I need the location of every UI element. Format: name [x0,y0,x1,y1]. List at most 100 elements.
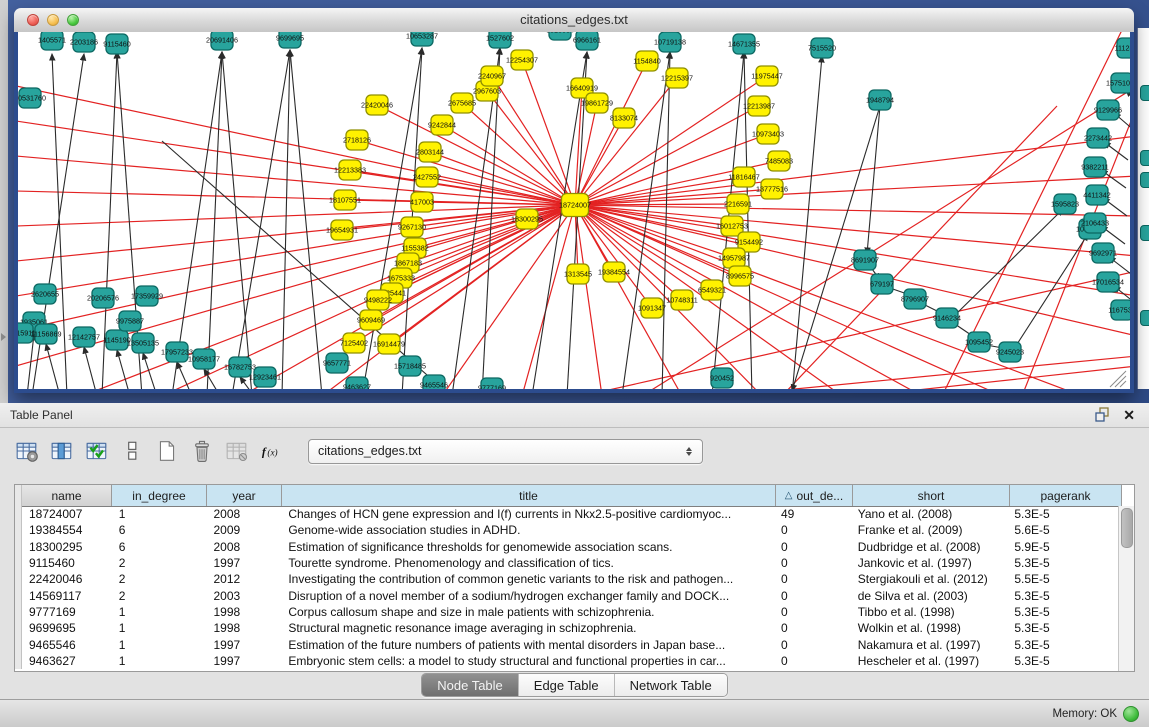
network-canvas[interactable]: 1405571220318691154602069140696996951065… [18,32,1130,389]
background-network-node [1140,310,1149,326]
background-network-node [1140,85,1149,101]
network-edge-black [204,369,220,389]
import-table-icon[interactable] [224,438,250,464]
column-header-name[interactable]: name [22,485,112,506]
row-selection-icon[interactable] [84,438,110,464]
row-gutter [15,506,22,522]
cell-name: 9465546 [22,638,112,652]
table-row[interactable]: 1938455462009Genome-wide association stu… [15,522,1119,538]
tab-network-table[interactable]: Network Table [615,674,727,696]
scrollbar-thumb[interactable] [1121,508,1133,548]
table-row[interactable]: 1872400712008Changes of HCN gene express… [15,506,1119,522]
table-panel-title: Table Panel [0,408,73,422]
table-row[interactable]: 946362711997Embryonic stem cells: a mode… [15,653,1119,669]
table-row[interactable]: 969969511998Structural magnetic resonanc… [15,620,1119,636]
cell-year: 2003 [207,589,282,603]
column-header-pagerank[interactable]: pagerank [1010,485,1122,506]
network-node-label: 18724007 [559,201,591,210]
column-header-short[interactable]: short [853,485,1010,506]
table-settings-icon[interactable] [14,438,40,464]
cell-name: 9699695 [22,621,112,635]
cell-short: Stergiakouli et al. (2012) [851,572,1008,586]
network-view-window[interactable]: citations_edges.txt 14055712203186 [14,8,1134,393]
background-network-node [1140,172,1149,188]
cell-name: 9463627 [22,654,112,668]
cell-name: 9115460 [22,556,112,570]
network-node-label: 12213987 [743,102,775,111]
network-node-label: 7515520 [808,44,836,53]
tab-node-table[interactable]: Node Table [422,674,519,696]
cell-pagerank: 5.5E-5 [1007,572,1119,586]
function-builder-icon[interactable]: f(x) [259,438,285,464]
column-visibility-icon[interactable] [49,438,75,464]
network-node-label: 1595823 [1051,200,1079,209]
network-edge-red [575,205,734,258]
network-node-label: 6549321 [698,286,726,295]
column-header-in-degree[interactable]: in_degree [112,485,207,506]
network-node-label: 9699695 [276,34,304,43]
network-edge-black [232,50,290,389]
float-panel-icon[interactable] [1093,406,1113,424]
column-header-out-de-[interactable]: △out_de... [776,485,853,506]
cell-pagerank: 5.3E-5 [1007,589,1119,603]
tab-edge-table[interactable]: Edge Table [519,674,615,696]
panel-resize-handle[interactable] [1,333,6,341]
network-edge-black [290,50,322,389]
table-row[interactable]: 1830029562008Estimation of significance … [15,539,1119,555]
network-node-label: 17016534 [1092,278,1124,287]
network-node-label: 1948794 [866,96,894,105]
table-row[interactable]: 946554611997Estimation of the future num… [15,636,1119,652]
sort-ascending-icon: △ [785,490,793,501]
column-header-title[interactable]: title [282,485,776,506]
cell-title: Tourette syndrome. Phenomenology and cla… [281,556,774,570]
network-edge-red [18,205,575,366]
network-node-label: 8813034 [546,32,574,35]
background-network-node [1140,225,1149,241]
network-node-label: 1527602 [486,34,514,43]
network-node-label: 10719138 [654,38,686,47]
status-bar: Memory: OK [0,699,1149,727]
network-node-label: 19861729 [581,99,613,108]
close-panel-icon[interactable]: ✕ [1123,407,1135,424]
cell-pagerank: 5.9E-5 [1007,540,1119,554]
application-window: citations_edges.txt 14055712203186 [0,0,1149,727]
table-row[interactable]: 2242004622012Investigating the contribut… [15,571,1119,587]
network-edge-red [487,91,575,205]
cell-year: 1997 [207,654,282,668]
network-node-label: 18107551 [329,196,361,205]
delete-table-icon[interactable] [189,438,215,464]
network-node-label: 9465546 [420,381,448,389]
table-row[interactable]: 977716911998Corpus callosum shape and si… [15,604,1119,620]
combo-stepper-icon [680,447,702,456]
memory-ok-indicator[interactable] [1123,706,1139,722]
network-node-label: 2240967 [478,72,506,81]
window-resize-grip[interactable] [1110,371,1126,387]
table-selector-dropdown[interactable]: citations_edges.txt [308,439,703,464]
network-desktop: citations_edges.txt 14055712203186 [8,0,1149,403]
attribute-table: namein_degreeyeartitle△out_de...shortpag… [14,484,1135,672]
window-titlebar[interactable]: citations_edges.txt [14,8,1134,33]
network-node-label: 2675685 [448,99,476,108]
cell-year: 2012 [207,572,282,586]
network-node-label: 14671355 [728,40,760,49]
network-node-label: 8796907 [901,295,929,304]
table-row[interactable]: 1456911722003Disruption of a novel membe… [15,587,1119,603]
network-edge-black [1012,234,1088,352]
network-edge-red [575,205,1130,216]
background-window-sliver [1137,28,1149,389]
column-header-year[interactable]: year [207,485,282,506]
rows-icon[interactable] [119,438,145,464]
new-table-icon[interactable] [154,438,180,464]
table-body: 1872400712008Changes of HCN gene express… [15,506,1119,671]
cell-short: Hescheler et al. (1997) [851,654,1008,668]
table-row[interactable]: 911546021997Tourette syndrome. Phenomeno… [15,555,1119,571]
network-node-label: 1405571 [38,36,66,45]
network-node-label: 1154840 [633,57,660,66]
table-vertical-scrollbar[interactable] [1118,506,1134,671]
network-node-label: 7485083 [765,157,793,166]
network-edge-red [575,176,1130,205]
cell-in-degree: 1 [112,507,207,521]
cell-title: Investigating the contribution of common… [281,572,774,586]
network-edge-black [46,344,60,389]
network-node-label: 16914479 [373,340,405,349]
